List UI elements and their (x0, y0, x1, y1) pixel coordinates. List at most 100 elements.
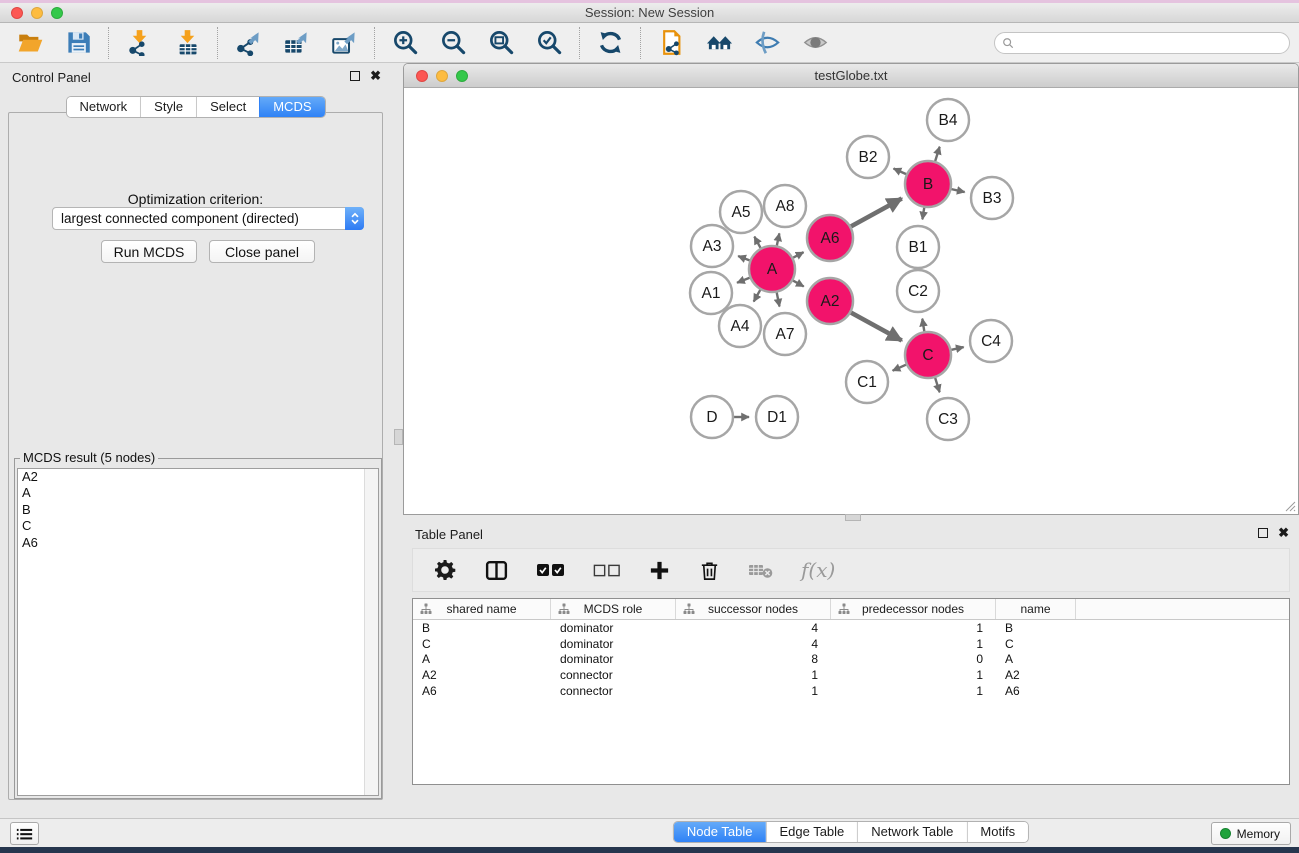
table-row-C[interactable]: Cdominator41C (413, 636, 1289, 652)
task-history-button[interactable] (10, 822, 39, 845)
net-minimize-traffic-light[interactable] (436, 70, 448, 82)
resize-grip-icon[interactable] (1282, 498, 1296, 512)
tab-mcds[interactable]: MCDS (259, 97, 324, 117)
cell-MCDS-role[interactable]: dominator (551, 652, 676, 666)
graph-node-A4[interactable]: A4 (719, 305, 761, 347)
memory-button[interactable]: Memory (1211, 822, 1291, 845)
import-table-icon[interactable] (171, 28, 203, 58)
cell-name[interactable]: A2 (996, 668, 1076, 682)
split-columns-icon[interactable] (484, 555, 509, 585)
graph-node-A6[interactable]: A6 (807, 215, 853, 261)
import-network-icon[interactable] (123, 28, 155, 58)
edge-A-A2[interactable] (793, 281, 804, 287)
cell-successor-nodes[interactable]: 4 (676, 637, 831, 651)
search-input[interactable] (1019, 36, 1282, 50)
cell-MCDS-role[interactable]: dominator (551, 637, 676, 651)
cell-successor-nodes[interactable]: 8 (676, 652, 831, 666)
mcds-result-item[interactable]: C (18, 518, 378, 534)
graph-node-B1[interactable]: B1 (897, 226, 939, 268)
graph-node-A8[interactable]: A8 (764, 185, 806, 227)
edge-A-A3[interactable] (738, 256, 749, 260)
cell-name[interactable]: C (996, 637, 1076, 651)
mcds-result-list[interactable]: A2ABCA6 (17, 468, 379, 796)
graph-node-A1[interactable]: A1 (690, 272, 732, 314)
zoom-fit-icon[interactable] (485, 28, 517, 58)
edge-B-B3[interactable] (951, 189, 964, 192)
net-close-traffic-light[interactable] (416, 70, 428, 82)
unselect-all-checkboxes-icon[interactable] (593, 555, 621, 585)
cell-predecessor-nodes[interactable]: 1 (831, 621, 996, 635)
edge-A-A5[interactable] (754, 237, 760, 248)
edge-C-C3[interactable] (935, 378, 939, 392)
edge-C-C4[interactable] (951, 347, 963, 350)
graph-node-C[interactable]: C (905, 332, 951, 378)
zoom-traffic-light[interactable] (51, 7, 63, 19)
column-header-shared-name[interactable]: shared name (413, 599, 551, 619)
mcds-result-item[interactable]: A (18, 485, 378, 501)
network-window-titlebar[interactable]: testGlobe.txt (404, 64, 1298, 88)
close-panel-icon[interactable]: ✖ (370, 71, 381, 81)
show-all-icon[interactable] (799, 28, 831, 58)
graph-node-A2[interactable]: A2 (807, 278, 853, 324)
float-table-panel-icon[interactable] (1258, 528, 1268, 538)
cell-successor-nodes[interactable]: 1 (676, 684, 831, 698)
tab-motifs[interactable]: Motifs (966, 822, 1028, 842)
edge-A-A6[interactable] (793, 252, 803, 258)
graph-node-B3[interactable]: B3 (971, 177, 1013, 219)
graph-node-B4[interactable]: B4 (927, 99, 969, 141)
cell-predecessor-nodes[interactable]: 1 (831, 684, 996, 698)
edge-A-A4[interactable] (754, 290, 761, 302)
cell-shared-name[interactable]: B (413, 621, 551, 635)
graph-node-B[interactable]: B (905, 161, 951, 207)
run-mcds-button[interactable]: Run MCDS (101, 240, 197, 263)
graph-node-D[interactable]: D (691, 396, 733, 438)
cell-MCDS-role[interactable]: connector (551, 684, 676, 698)
edge-C-C1[interactable] (893, 365, 906, 371)
graph-node-A7[interactable]: A7 (764, 313, 806, 355)
mcds-result-item[interactable]: B (18, 502, 378, 518)
table-row-A[interactable]: Adominator80A (413, 652, 1289, 668)
tab-style[interactable]: Style (140, 97, 196, 117)
edge-B-B1[interactable] (922, 208, 924, 220)
column-header-predecessor-nodes[interactable]: predecessor nodes (831, 599, 996, 619)
table-row-A2[interactable]: A2connector11A2 (413, 667, 1289, 683)
edge-A-A8[interactable] (777, 233, 779, 245)
cell-shared-name[interactable]: A (413, 652, 551, 666)
column-header-MCDS-role[interactable]: MCDS role (551, 599, 676, 619)
graph-node-A[interactable]: A (749, 246, 795, 292)
cell-predecessor-nodes[interactable]: 0 (831, 652, 996, 666)
zoom-selected-icon[interactable] (533, 28, 565, 58)
tab-select[interactable]: Select (196, 97, 259, 117)
edge-C-C2[interactable] (922, 319, 924, 332)
edge-B-B2[interactable] (894, 168, 907, 174)
result-scrollbar[interactable] (364, 469, 378, 795)
delete-row-icon[interactable] (698, 555, 721, 585)
graph-node-A5[interactable]: A5 (720, 191, 762, 233)
search-field[interactable] (994, 32, 1290, 54)
zoom-out-icon[interactable] (437, 28, 469, 58)
edge-A-A1[interactable] (737, 278, 750, 283)
float-panel-icon[interactable] (350, 71, 360, 81)
edge-A-A7[interactable] (777, 293, 780, 307)
refresh-icon[interactable] (594, 28, 626, 58)
cell-shared-name[interactable]: A6 (413, 684, 551, 698)
graph-node-C4[interactable]: C4 (970, 320, 1012, 362)
net-zoom-traffic-light[interactable] (456, 70, 468, 82)
select-all-checkboxes-icon[interactable] (536, 555, 566, 585)
export-image-icon[interactable] (328, 28, 360, 58)
gear-icon[interactable] (433, 555, 457, 585)
mcds-result-item[interactable]: A2 (18, 469, 378, 485)
cell-shared-name[interactable]: A2 (413, 668, 551, 682)
cell-successor-nodes[interactable]: 1 (676, 668, 831, 682)
tab-edge-table[interactable]: Edge Table (765, 822, 857, 842)
column-header-successor-nodes[interactable]: successor nodes (676, 599, 831, 619)
save-session-icon[interactable] (62, 28, 94, 58)
graph-node-A3[interactable]: A3 (691, 225, 733, 267)
open-file-icon[interactable] (14, 28, 46, 58)
tab-node-table[interactable]: Node Table (674, 822, 766, 842)
criterion-dropdown[interactable]: largest connected component (directed) (52, 207, 364, 230)
close-panel-button[interactable]: Close panel (209, 240, 315, 263)
cell-predecessor-nodes[interactable]: 1 (831, 668, 996, 682)
close-table-panel-icon[interactable]: ✖ (1278, 528, 1289, 538)
first-neighbors-icon[interactable] (703, 28, 735, 58)
